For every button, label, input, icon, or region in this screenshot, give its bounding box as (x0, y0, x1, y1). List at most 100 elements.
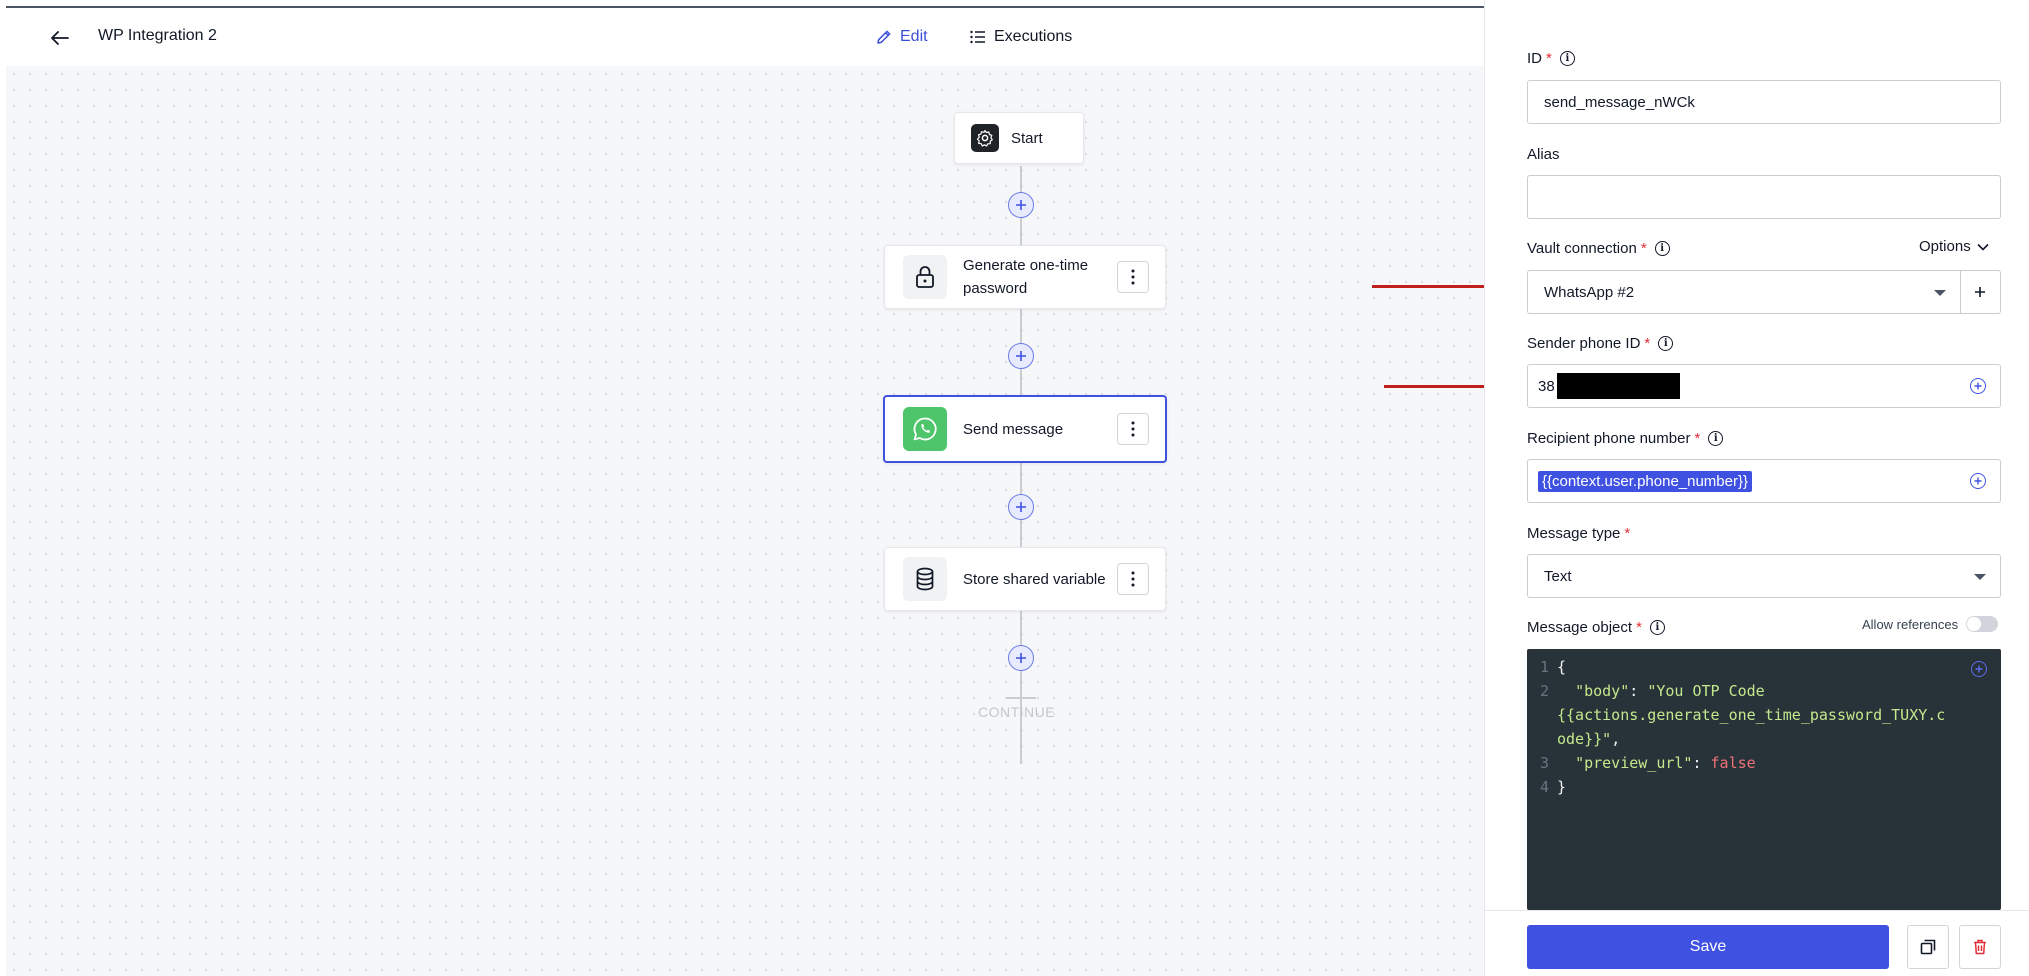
add-step-button[interactable] (1008, 343, 1034, 369)
pencil-icon (877, 30, 891, 44)
info-icon[interactable]: i (1649, 620, 1665, 635)
alias-label: Alias (1527, 146, 1560, 163)
vault-connection-label: Vault connection * i (1527, 240, 1670, 257)
app-window: WP Integration 2 Edit Executions Start G… (0, 0, 2029, 976)
duplicate-button[interactable] (1907, 925, 1949, 969)
message-type-select[interactable]: Text (1527, 554, 2001, 598)
workflow-canvas[interactable]: Start Generate one-time password Send me… (6, 66, 1522, 976)
info-icon[interactable]: i (1559, 51, 1575, 66)
node-label: Generate one-time password (963, 257, 1089, 297)
node-menu-button[interactable] (1117, 563, 1149, 595)
workflow-header: WP Integration 2 Edit Executions (6, 8, 1484, 66)
vault-connection-select[interactable]: WhatsApp #2 (1527, 270, 1961, 314)
save-button[interactable]: Save (1527, 925, 1889, 969)
message-object-label: Message object * i (1527, 619, 1665, 636)
options-label: Options (1919, 238, 1971, 255)
tab-executions[interactable]: Executions (970, 24, 1072, 50)
whatsapp-icon (903, 407, 947, 451)
continue-label: CONTINUE (978, 704, 1056, 720)
add-reference-icon[interactable] (1970, 378, 1986, 394)
list-icon (970, 30, 985, 44)
allow-references-toggle[interactable] (1966, 616, 1999, 632)
back-button[interactable] (46, 26, 74, 50)
sender-label-text: Sender phone ID (1527, 335, 1641, 352)
info-icon[interactable]: i (1708, 431, 1724, 446)
sender-phone-id-label: Sender phone ID * i (1527, 335, 1674, 352)
alias-field[interactable] (1527, 175, 2001, 219)
flow-end-bar (1006, 697, 1036, 699)
chevron-down-icon (1977, 243, 1989, 251)
copy-icon (1920, 939, 1936, 955)
node-label: Store shared variable (963, 570, 1106, 588)
add-step-button[interactable] (1008, 494, 1034, 520)
add-connection-button[interactable] (1960, 270, 2001, 314)
id-field[interactable]: send_message_nWCk (1527, 80, 2001, 124)
node-send-message[interactable]: Send message (883, 395, 1167, 463)
plus-icon (1016, 502, 1026, 512)
id-label-text: ID (1527, 50, 1542, 67)
allow-references-label: Allow references (1862, 616, 1959, 632)
plus-icon (1975, 287, 1985, 297)
required-marker: * (1640, 240, 1647, 257)
info-icon[interactable]: i (1654, 241, 1670, 256)
code-line: 3 "preview_url": false (1539, 754, 1756, 772)
required-marker: * (1546, 50, 1552, 67)
message-type-value: Text (1544, 567, 1572, 585)
options-dropdown-button[interactable]: Options (1919, 238, 1989, 255)
code-line: ode}}", (1557, 730, 1621, 748)
alias-label-text: Alias (1527, 146, 1560, 163)
required-marker: * (1644, 335, 1651, 352)
code-line: 1{ (1539, 658, 1567, 676)
panel-footer: Save (1485, 910, 2029, 976)
plus-icon (1016, 653, 1026, 663)
code-line: 4} (1539, 778, 1567, 796)
id-label: ID * i (1527, 50, 1575, 67)
add-step-button[interactable] (1008, 192, 1034, 218)
delete-button[interactable] (1959, 925, 2001, 969)
lock-icon (903, 255, 947, 299)
info-icon[interactable]: i (1658, 336, 1674, 351)
required-marker: * (1636, 619, 1642, 636)
node-label: Send message (963, 420, 1064, 438)
vault-label-text: Vault connection (1527, 240, 1637, 257)
message-type-label-text: Message type (1527, 525, 1621, 542)
step-config-panel: ID * i send_message_nWCk Alias Vault conn… (1484, 0, 2029, 976)
reference-token: {{context.user.phone_number}} (1538, 470, 1753, 492)
kebab-icon (1131, 269, 1135, 285)
allow-references-control: Allow references (1862, 616, 1999, 632)
sender-phone-id-field[interactable]: 38 (1527, 364, 2001, 408)
node-menu-button[interactable] (1117, 413, 1149, 445)
start-node-label: Start (1011, 129, 1043, 147)
code-line: 2 "body": "You OTP Code (1539, 682, 1765, 700)
node-generate-otp[interactable]: Generate one-time password (884, 245, 1166, 309)
required-marker: * (1624, 525, 1631, 542)
add-reference-icon[interactable] (1970, 473, 1986, 489)
kebab-icon (1131, 421, 1135, 437)
add-step-button[interactable] (1008, 645, 1034, 671)
start-node[interactable]: Start (954, 112, 1084, 164)
caret-down-icon (1934, 290, 1946, 296)
node-menu-button[interactable] (1117, 261, 1149, 293)
recipient-phone-field[interactable]: {{context.user.phone_number}} (1527, 459, 2001, 503)
node-store-shared-variable[interactable]: Store shared variable (884, 547, 1166, 611)
required-marker: * (1694, 430, 1701, 447)
code-line: {{actions.generate_one_time_password_TUX… (1557, 706, 1946, 724)
redaction-box (1556, 373, 1680, 399)
arrow-left-icon (51, 31, 69, 45)
plus-icon (1016, 351, 1026, 361)
recipient-phone-label: Recipient phone number * i (1527, 430, 1724, 447)
tab-edit-label: Edit (900, 28, 928, 45)
id-value: send_message_nWCk (1544, 93, 1695, 111)
tab-edit[interactable]: Edit (876, 24, 928, 50)
database-icon (903, 557, 947, 601)
plus-icon (1016, 200, 1026, 210)
workflow-title: WP Integration 2 (98, 27, 217, 44)
vault-value: WhatsApp #2 (1544, 283, 1635, 301)
sender-value: 38 (1538, 377, 1555, 395)
recipient-label-text: Recipient phone number (1527, 430, 1691, 447)
message-type-label: Message type * (1527, 525, 1630, 542)
caret-down-icon (1974, 574, 1986, 580)
kebab-icon (1131, 571, 1135, 587)
add-reference-icon[interactable] (1971, 661, 1987, 677)
message-object-editor[interactable]: 1{ 2 "body": "You OTP Code {{actions.gen… (1527, 649, 2001, 910)
